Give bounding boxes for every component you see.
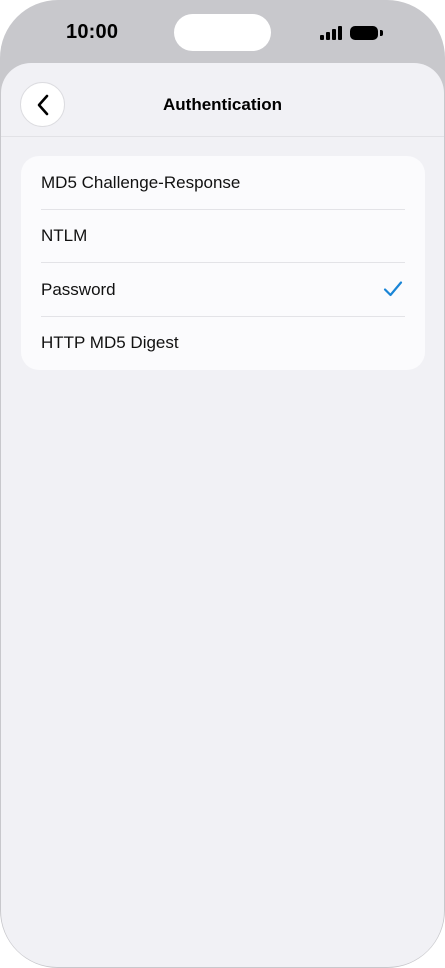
option-label: MD5 Challenge-Response — [41, 172, 241, 192]
status-bar: 10:00 — [0, 0, 445, 64]
status-time: 10:00 — [66, 21, 119, 43]
dynamic-island — [174, 14, 271, 51]
option-http-md5-digest[interactable]: HTTP MD5 Digest — [21, 317, 425, 371]
option-ntlm[interactable]: NTLM — [21, 210, 425, 263]
device-frame: 10:00 Authentication MD5 Challenge-Respo… — [0, 0, 445, 968]
option-md5-challenge-response[interactable]: MD5 Challenge-Response — [21, 156, 425, 210]
navigation-bar: Authentication — [1, 63, 444, 137]
option-label: Password — [41, 279, 116, 299]
option-label: HTTP MD5 Digest — [41, 333, 179, 353]
option-password[interactable]: Password — [21, 263, 425, 317]
authentication-options-list: MD5 Challenge-Response NTLM Password HTT… — [21, 156, 425, 370]
page-title: Authentication — [163, 95, 282, 114]
screen: Authentication MD5 Challenge-Response NT… — [1, 63, 444, 967]
cellular-signal-icon — [320, 26, 342, 40]
option-label: NTLM — [41, 226, 88, 246]
checkmark-icon — [383, 281, 403, 297]
battery-icon — [350, 25, 384, 41]
